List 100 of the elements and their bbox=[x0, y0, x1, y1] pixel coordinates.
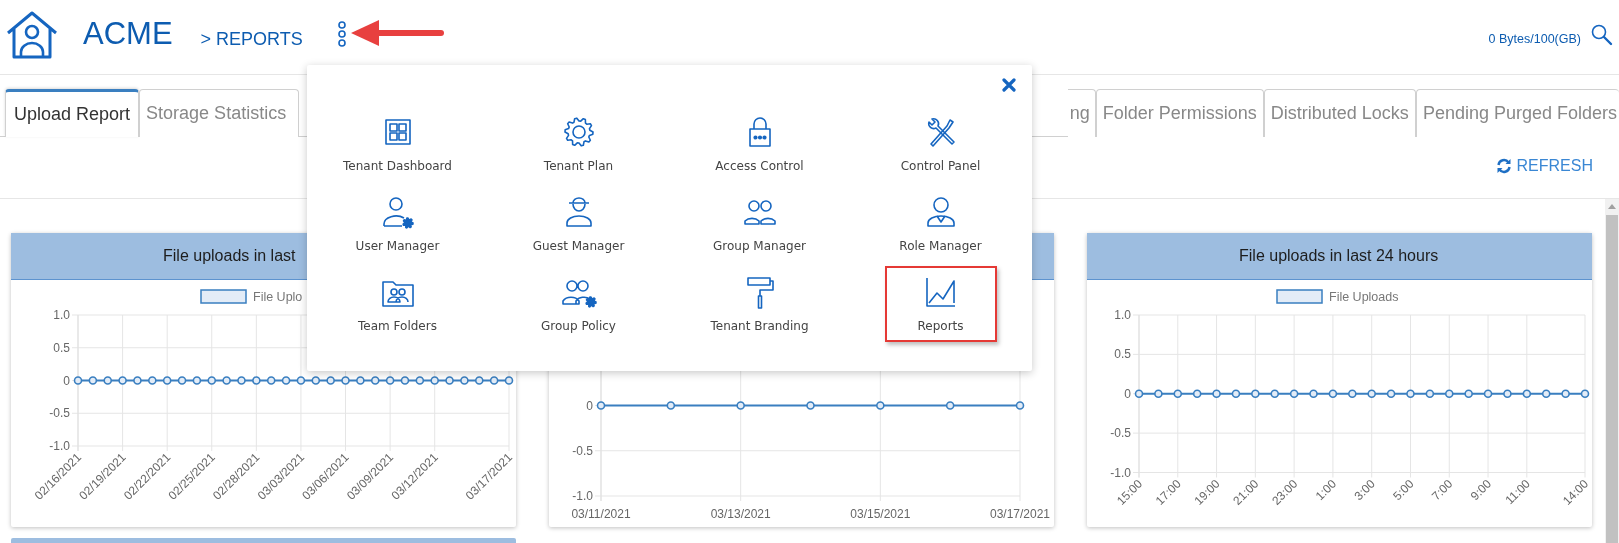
axis-label: 0.5 bbox=[53, 340, 70, 355]
data-point bbox=[1561, 389, 1570, 399]
axis-label: 03/13/2021 bbox=[710, 507, 771, 521]
data-point bbox=[1406, 389, 1415, 399]
tab[interactable]: Folder Permissions bbox=[1095, 89, 1264, 137]
tab[interactable]: Storage Statistics bbox=[139, 89, 300, 137]
legend-label: File Uploads bbox=[1329, 290, 1399, 304]
data-point bbox=[474, 376, 484, 385]
menu-item[interactable]: Tenant Branding bbox=[703, 266, 816, 342]
tab[interactable]: Upload Report bbox=[5, 89, 140, 137]
data-point bbox=[133, 376, 142, 385]
data-point bbox=[88, 376, 98, 385]
axis-label: 0 bbox=[1124, 386, 1131, 401]
menu-item[interactable]: User Manager bbox=[341, 186, 454, 262]
axis-label: -0.5 bbox=[1110, 426, 1131, 441]
axis-label: 0 bbox=[63, 373, 70, 388]
data-point bbox=[1367, 389, 1376, 399]
search-icon[interactable] bbox=[1591, 24, 1613, 46]
data-point bbox=[1154, 389, 1163, 399]
data-point bbox=[596, 401, 606, 410]
breadcrumb-link[interactable]: > REPORTS bbox=[200, 28, 303, 50]
axis-label: 03/17/2021 bbox=[989, 507, 1051, 521]
menu-item[interactable]: Group Manager bbox=[703, 186, 816, 262]
tab[interactable]: ng bbox=[1067, 89, 1096, 137]
data-point bbox=[1464, 389, 1473, 399]
menu-item[interactable]: Reports bbox=[884, 266, 997, 342]
tab[interactable]: Pending Purged Folders bbox=[1415, 89, 1619, 137]
axis-label: 1.0 bbox=[1114, 308, 1131, 322]
menu-item[interactable]: Role Manager bbox=[884, 186, 997, 262]
tab[interactable]: Distributed Locks bbox=[1263, 89, 1416, 137]
refresh-button[interactable]: REFRESH bbox=[1493, 154, 1595, 177]
data-point bbox=[118, 376, 127, 385]
data-point bbox=[326, 376, 335, 385]
data-point bbox=[1503, 389, 1512, 399]
brand-name[interactable]: ACME bbox=[83, 16, 173, 52]
data-point bbox=[1173, 389, 1183, 399]
data-point bbox=[341, 376, 350, 385]
data-point bbox=[1251, 389, 1260, 399]
data-point bbox=[103, 376, 112, 385]
data-point bbox=[1483, 389, 1493, 399]
axis-label: -1.0 bbox=[1110, 465, 1131, 480]
menu-item[interactable]: Tenant Plan bbox=[522, 106, 635, 182]
data-point bbox=[252, 376, 261, 385]
axis-label: 9:00 bbox=[1467, 476, 1495, 504]
menu-item[interactable]: Guest Manager bbox=[522, 186, 635, 262]
close-button[interactable] bbox=[1002, 78, 1016, 92]
house-user-icon[interactable] bbox=[5, 11, 59, 59]
data-point bbox=[806, 401, 815, 410]
chart-title: File uploads in last 24 hours bbox=[1239, 247, 1439, 265]
menu-item[interactable]: Tenant Dashboard bbox=[341, 106, 454, 182]
data-point bbox=[1192, 389, 1202, 399]
menu-item[interactable]: Access Control bbox=[703, 106, 816, 182]
data-point bbox=[460, 376, 469, 385]
data-point bbox=[1348, 389, 1357, 399]
data-point bbox=[192, 376, 202, 385]
menu-item[interactable]: Team Folders bbox=[341, 266, 454, 342]
chart-title: File uploads in last bbox=[163, 247, 296, 265]
data-point bbox=[311, 376, 321, 385]
data-point bbox=[222, 376, 231, 385]
axis-label: -0.5 bbox=[49, 406, 70, 421]
data-point bbox=[237, 376, 246, 385]
data-point bbox=[1212, 389, 1221, 399]
data-point bbox=[1522, 389, 1532, 399]
menu-item[interactable]: Control Panel bbox=[884, 106, 997, 182]
scrollbar-thumb[interactable] bbox=[1606, 215, 1618, 543]
data-point bbox=[445, 376, 454, 385]
data-point bbox=[400, 376, 410, 385]
axis-label: 3:00 bbox=[1351, 476, 1378, 504]
data-point bbox=[504, 376, 514, 385]
data-point bbox=[1541, 389, 1551, 399]
data-point bbox=[148, 376, 157, 385]
data-point bbox=[430, 376, 439, 385]
axis-label: -1.0 bbox=[572, 489, 593, 503]
data-point bbox=[1270, 389, 1280, 399]
axis-label: 0.5 bbox=[1114, 347, 1131, 362]
data-point bbox=[73, 376, 83, 385]
axis-label: -1.0 bbox=[49, 439, 70, 453]
axis-label: 03/11/2021 bbox=[571, 507, 631, 521]
data-point bbox=[1231, 389, 1241, 399]
menu-item[interactable]: Group Policy bbox=[522, 266, 635, 342]
more-options-icon[interactable] bbox=[336, 21, 347, 47]
axis-label: 7:00 bbox=[1428, 476, 1456, 504]
data-point bbox=[415, 376, 425, 385]
storage-usage: 0 Bytes/100(GB) bbox=[1488, 32, 1581, 46]
axis-label: 1.0 bbox=[53, 308, 70, 322]
data-point bbox=[266, 376, 276, 385]
axis-label: -0.5 bbox=[572, 443, 593, 458]
refresh-icon bbox=[1495, 157, 1512, 174]
data-point bbox=[356, 376, 365, 385]
data-point bbox=[876, 401, 885, 410]
data-point bbox=[177, 376, 187, 385]
data-point bbox=[1134, 389, 1144, 399]
data-point bbox=[1328, 389, 1338, 399]
data-point bbox=[296, 376, 306, 385]
data-point bbox=[489, 376, 499, 385]
data-point bbox=[385, 376, 395, 385]
scrollbar[interactable] bbox=[1605, 199, 1619, 543]
data-point bbox=[1444, 389, 1454, 399]
data-point bbox=[1015, 401, 1025, 410]
data-point bbox=[1309, 389, 1318, 399]
